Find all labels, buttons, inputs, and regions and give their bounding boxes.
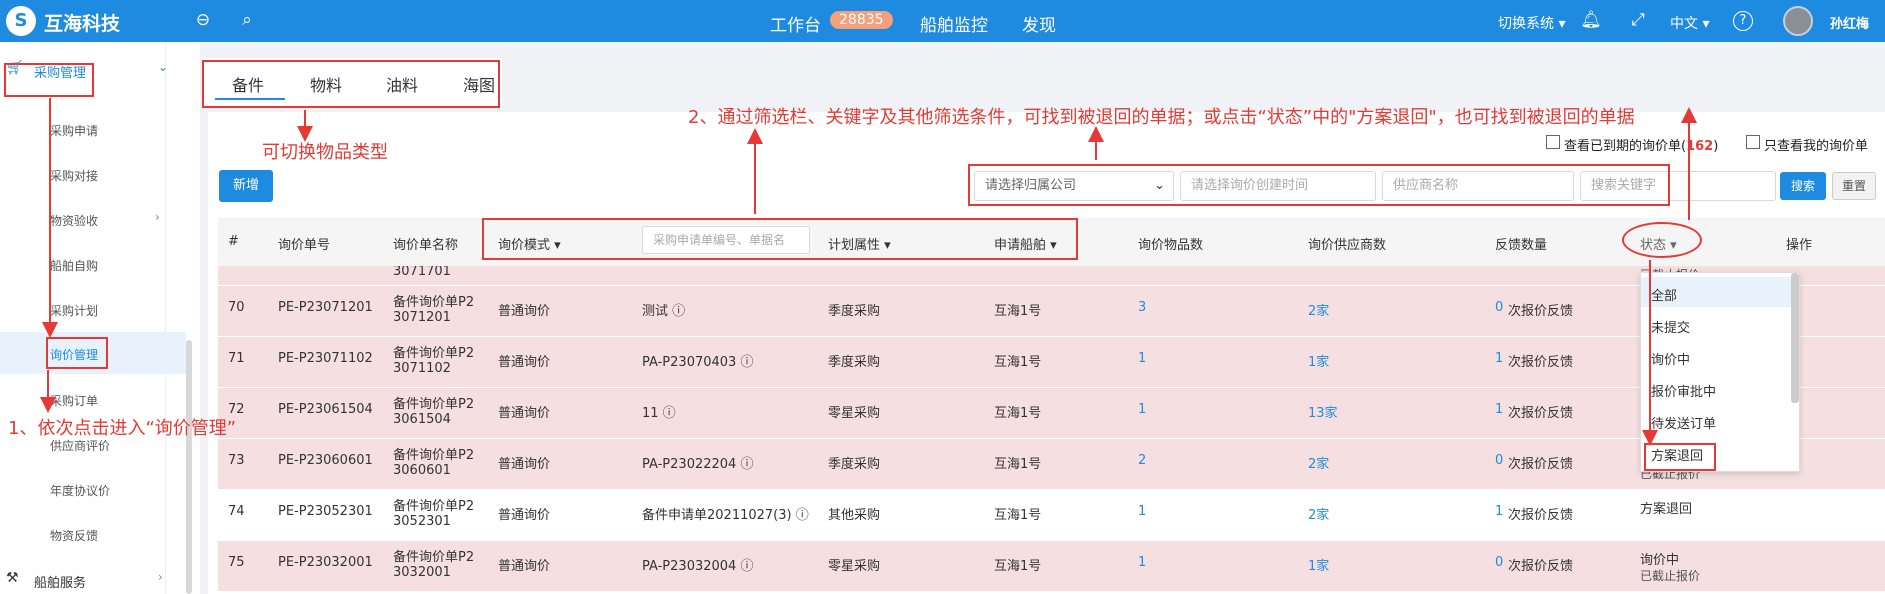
annotation-step1: 1、依次点击进入“询价管理” bbox=[8, 418, 237, 439]
annotation-arrows bbox=[40, 98, 1697, 446]
annotation-step2: 2、通过筛选栏、关键字及其他筛选条件，可找到被退回的单据；或点击“状态”中的"方… bbox=[688, 107, 1635, 128]
annotation-tabs-note: 可切换物品类型 bbox=[262, 142, 388, 163]
